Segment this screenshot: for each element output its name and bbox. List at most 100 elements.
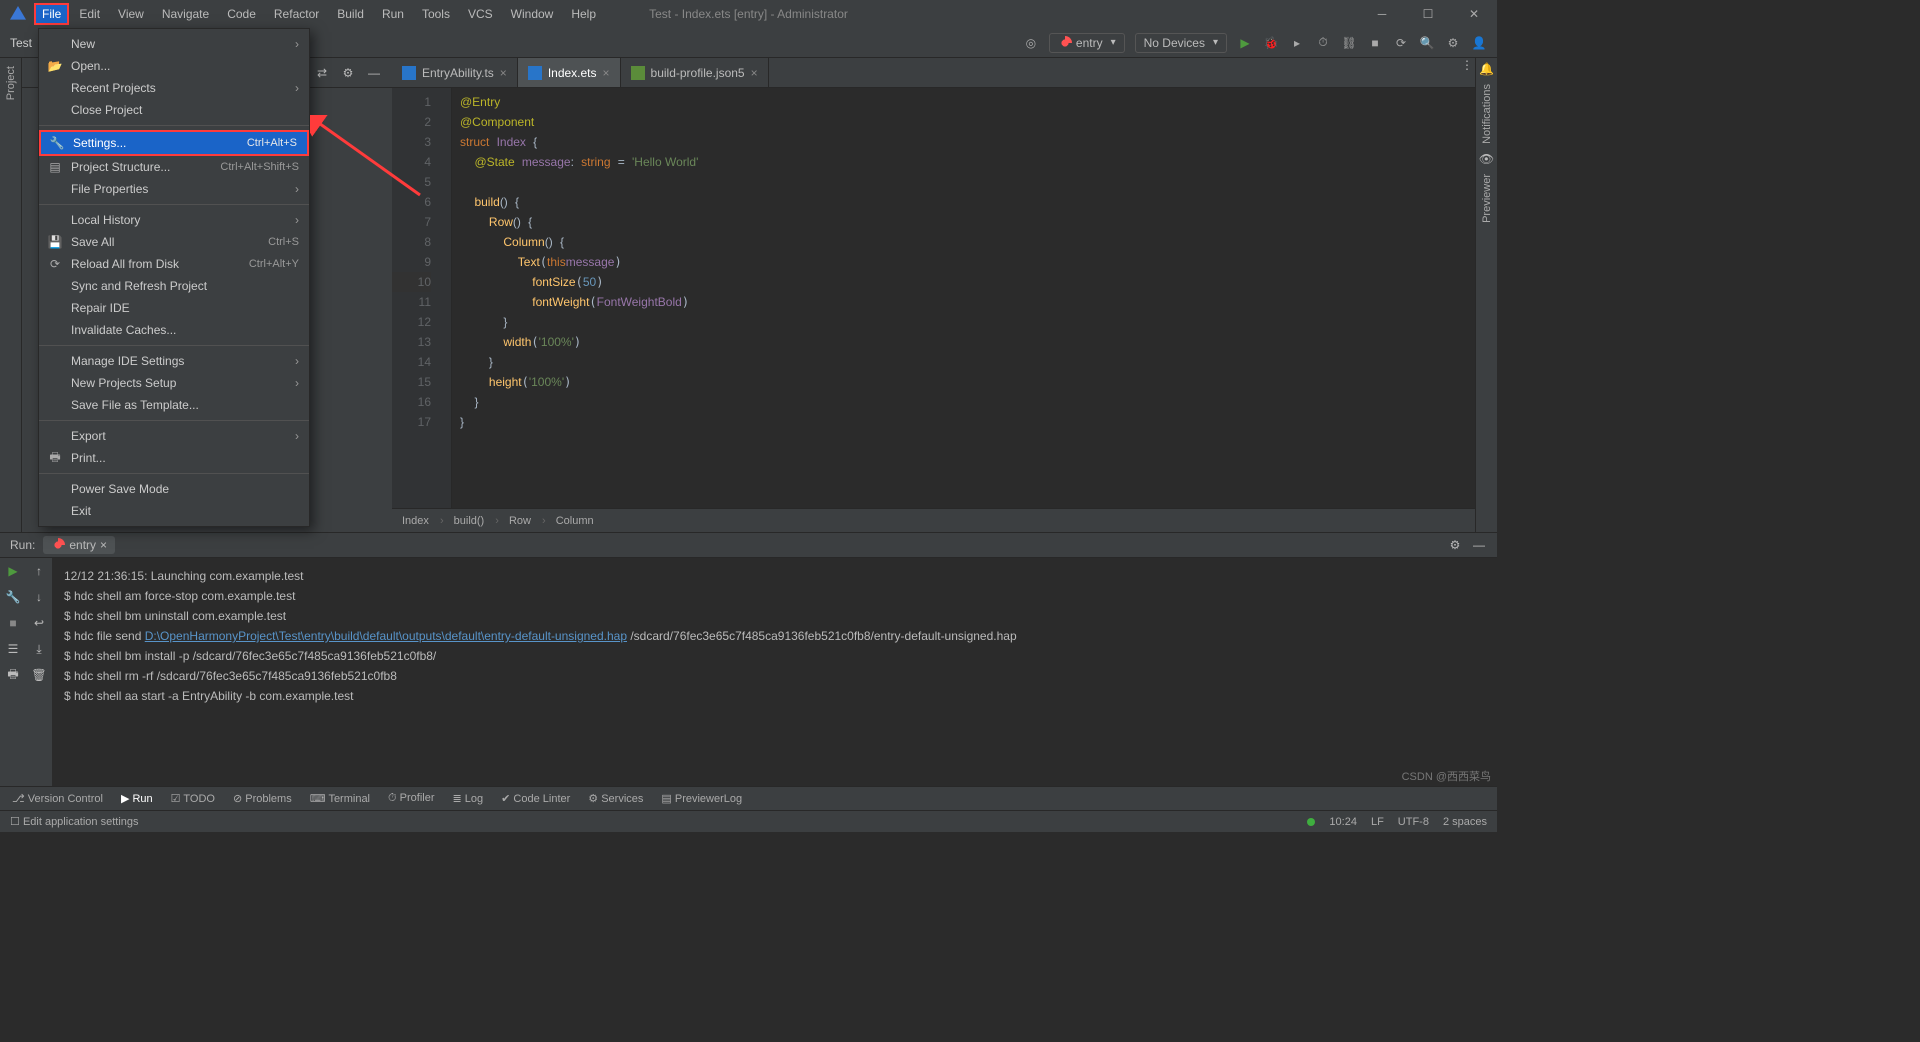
- tool-run[interactable]: ▶ Run: [121, 792, 153, 805]
- close-tab-icon[interactable]: ×: [603, 66, 610, 80]
- sync-icon[interactable]: ⟳: [1393, 36, 1409, 50]
- more-tabs-icon[interactable]: ⋮: [1459, 58, 1475, 87]
- menu-reload[interactable]: ⟳Reload All from DiskCtrl+Alt+Y: [39, 253, 309, 275]
- console-output[interactable]: 12/12 21:36:15: Launching com.example.te…: [52, 558, 1497, 786]
- menu-settings[interactable]: 🔧Settings...Ctrl+Alt+S: [39, 130, 309, 156]
- menu-edit[interactable]: Edit: [71, 3, 108, 25]
- tool-todo[interactable]: ☑ TODO: [171, 792, 215, 805]
- menu-build[interactable]: Build: [329, 3, 372, 25]
- tool-previewer-log[interactable]: ▤ PreviewerLog: [661, 792, 742, 805]
- menu-export[interactable]: Export›: [39, 425, 309, 447]
- crumb-item[interactable]: Index: [402, 515, 444, 527]
- menu-save-all[interactable]: 💾Save AllCtrl+S: [39, 231, 309, 253]
- tool-terminal[interactable]: ⌨ Terminal: [310, 792, 370, 805]
- menu-new[interactable]: New›: [39, 33, 309, 55]
- hide-icon[interactable]: —: [1471, 538, 1487, 552]
- status-bar: ☐ Edit application settings 10:24 LF UTF…: [0, 810, 1497, 832]
- crumb-item[interactable]: Column: [556, 515, 602, 527]
- target-icon[interactable]: ◎: [1023, 36, 1039, 50]
- layout-icon[interactable]: ☰: [8, 642, 19, 656]
- status-line-sep[interactable]: LF: [1371, 816, 1384, 828]
- close-icon[interactable]: ✕: [1451, 0, 1497, 28]
- tool-log[interactable]: ≣ Log: [453, 792, 484, 805]
- menu-file-properties[interactable]: File Properties›: [39, 178, 309, 200]
- ts-file-icon: [402, 66, 416, 80]
- tool-version-control[interactable]: ⎇ Version Control: [12, 792, 103, 805]
- rerun-icon[interactable]: ▶: [8, 564, 17, 578]
- menu-exit[interactable]: Exit: [39, 500, 309, 522]
- menu-window[interactable]: Window: [503, 3, 562, 25]
- coverage-icon[interactable]: ▸: [1289, 36, 1305, 50]
- device-selector[interactable]: No Devices: [1135, 33, 1227, 53]
- crumb-item[interactable]: build(): [454, 515, 499, 527]
- down-icon[interactable]: ↓: [36, 590, 42, 604]
- hide-icon[interactable]: —: [366, 66, 382, 80]
- menu-recent[interactable]: Recent Projects›: [39, 77, 309, 99]
- file-link[interactable]: D:\OpenHarmonyProject\Test\entry\build\d…: [145, 629, 627, 643]
- project-crumb[interactable]: Test: [10, 36, 32, 50]
- menu-print[interactable]: 🖶Print...: [39, 447, 309, 469]
- debug-icon[interactable]: 🐞: [1263, 36, 1279, 50]
- menu-close-project[interactable]: Close Project: [39, 99, 309, 121]
- menu-project-structure[interactable]: ▤Project Structure...Ctrl+Alt+Shift+S: [39, 156, 309, 178]
- module-selector[interactable]: entry: [1049, 33, 1125, 53]
- menu-vcs[interactable]: VCS: [460, 3, 501, 25]
- notifications-button[interactable]: Notifications: [1481, 80, 1493, 148]
- menu-repair[interactable]: Repair IDE: [39, 297, 309, 319]
- up-icon[interactable]: ↑: [36, 564, 42, 578]
- menu-tools[interactable]: Tools: [414, 3, 458, 25]
- close-tab-icon[interactable]: ×: [500, 66, 507, 80]
- run-config-tab[interactable]: entry ×: [43, 536, 115, 554]
- menu-sync-refresh[interactable]: Sync and Refresh Project: [39, 275, 309, 297]
- menu-file[interactable]: File: [34, 3, 69, 25]
- tool-profiler[interactable]: ⏱ Profiler: [388, 792, 434, 805]
- maximize-icon[interactable]: ☐: [1405, 0, 1451, 28]
- select-opened-icon[interactable]: ⇄: [314, 66, 330, 80]
- menu-help[interactable]: Help: [563, 3, 604, 25]
- menu-run[interactable]: Run: [374, 3, 412, 25]
- menu-refactor[interactable]: Refactor: [266, 3, 327, 25]
- menu-navigate[interactable]: Navigate: [154, 3, 217, 25]
- eye-icon[interactable]: 👁: [1479, 152, 1494, 166]
- avatar-icon[interactable]: 👤: [1471, 36, 1487, 50]
- search-icon[interactable]: 🔍: [1419, 36, 1435, 50]
- stop-icon[interactable]: ■: [9, 616, 16, 630]
- bell-icon[interactable]: 🔔: [1479, 62, 1494, 76]
- previewer-button[interactable]: Previewer: [1481, 170, 1493, 227]
- menu-view[interactable]: View: [110, 3, 152, 25]
- clear-icon[interactable]: 🗑: [31, 668, 46, 682]
- scroll-icon[interactable]: ⤓: [36, 642, 41, 657]
- tool-problems[interactable]: ⊘ Problems: [233, 792, 292, 805]
- menu-code[interactable]: Code: [219, 3, 264, 25]
- close-tab-icon[interactable]: ×: [751, 66, 758, 80]
- project-tool-button[interactable]: Project: [5, 62, 17, 104]
- menu-power-save[interactable]: Power Save Mode: [39, 478, 309, 500]
- menu-open[interactable]: 📂Open...: [39, 55, 309, 77]
- tool-services[interactable]: ⚙ Services: [588, 792, 643, 805]
- profile-icon[interactable]: ⏱: [1315, 35, 1331, 50]
- menu-local-history[interactable]: Local History›: [39, 209, 309, 231]
- menu-manage-ide[interactable]: Manage IDE Settings›: [39, 350, 309, 372]
- tab-index[interactable]: Index.ets×: [518, 58, 621, 87]
- code-area[interactable]: 1234567891011121314151617 @Entry @Compon…: [392, 88, 1475, 508]
- gear-icon[interactable]: ⚙: [1447, 538, 1463, 552]
- status-indent[interactable]: 2 spaces: [1443, 816, 1487, 828]
- minimize-icon[interactable]: ─: [1359, 0, 1405, 28]
- menu-save-template[interactable]: Save File as Template...: [39, 394, 309, 416]
- wrench-icon[interactable]: 🔧: [6, 590, 21, 604]
- settings-icon[interactable]: ⚙: [1445, 36, 1461, 50]
- soft-wrap-icon[interactable]: ↩: [34, 616, 44, 630]
- gear-icon[interactable]: ⚙: [340, 66, 356, 80]
- attach-icon[interactable]: ⛓: [1341, 36, 1357, 50]
- run-icon[interactable]: ▶: [1237, 36, 1253, 50]
- stop-icon[interactable]: ■: [1367, 36, 1383, 50]
- tool-code-linter[interactable]: ✔ Code Linter: [501, 792, 570, 805]
- crumb-item[interactable]: Row: [509, 515, 546, 527]
- status-encoding[interactable]: UTF-8: [1398, 816, 1429, 828]
- tab-entryability[interactable]: EntryAbility.ts×: [392, 58, 518, 87]
- tab-build-profile[interactable]: build-profile.json5×: [621, 58, 769, 87]
- menu-invalidate[interactable]: Invalidate Caches...: [39, 319, 309, 341]
- print-icon[interactable]: 🖶: [7, 665, 18, 686]
- code-text[interactable]: @Entry @Component struct Index { @State …: [452, 88, 1475, 508]
- menu-new-projects-setup[interactable]: New Projects Setup›: [39, 372, 309, 394]
